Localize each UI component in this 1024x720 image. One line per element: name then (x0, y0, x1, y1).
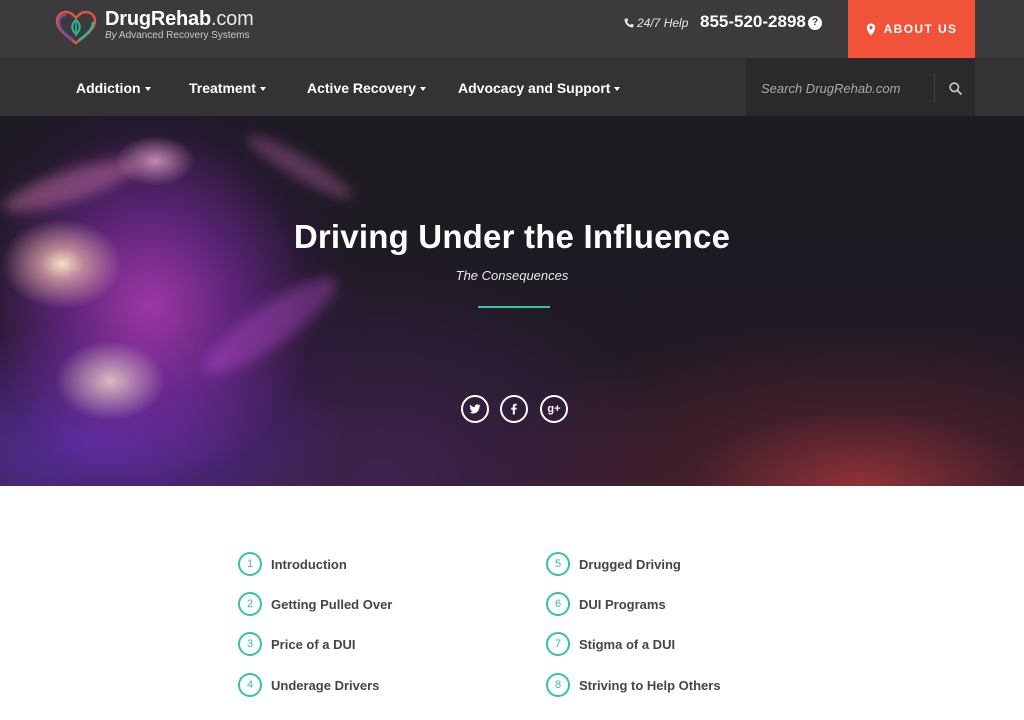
page-title: Driving Under the Influence (293, 218, 731, 255)
toc-label: Striving to Help Others (579, 677, 721, 693)
share-google-plus-button[interactable]: g+ (540, 395, 568, 423)
toc-item[interactable]: 7 Stigma of a DUI (546, 631, 675, 657)
toc-number: 3 (238, 632, 262, 656)
nav-item-label: Advocacy and Support (458, 80, 611, 96)
toc-number: 6 (546, 592, 570, 616)
toc-label: DUI Programs (579, 596, 666, 612)
caret-down-icon (419, 87, 426, 91)
logo-tagline: By Advanced Recovery Systems (105, 30, 250, 41)
nav-item-treatment[interactable]: Treatment (189, 59, 266, 117)
toc-number: 1 (238, 552, 262, 576)
toc-number: 5 (546, 552, 570, 576)
top-bar: DrugRehab.com By Advanced Recovery Syste… (0, 0, 1024, 58)
facebook-icon (511, 403, 517, 415)
toc-label: Drugged Driving (579, 556, 681, 572)
toc-label: Price of a DUI (271, 636, 356, 652)
help-question-icon[interactable]: ? (808, 16, 822, 30)
toc-label: Introduction (271, 556, 347, 572)
help-label: 24/7 Help (624, 16, 688, 30)
nav-item-label: Addiction (76, 80, 141, 96)
logo-heart-icon (55, 10, 97, 45)
toc-label: Getting Pulled Over (271, 596, 393, 612)
toc-item[interactable]: 3 Price of a DUI (238, 631, 356, 657)
toc-number: 7 (546, 632, 570, 656)
about-us-button[interactable]: ABOUT US (848, 0, 975, 58)
caret-down-icon (259, 87, 266, 91)
toc-item[interactable]: 2 Getting Pulled Over (238, 591, 392, 617)
toc-label: Underage Drivers (271, 677, 380, 693)
title-divider (478, 306, 550, 308)
share-twitter-button[interactable] (461, 395, 489, 423)
nav-item-label: Active Recovery (307, 80, 416, 96)
about-us-label: ABOUT US (883, 22, 958, 36)
toc-item[interactable]: 6 DUI Programs (546, 591, 666, 617)
google-plus-icon: g+ (547, 402, 561, 415)
caret-down-icon (144, 87, 151, 91)
main-nav: Addiction Treatment Active Recovery Advo… (0, 58, 1024, 117)
toc-number: 4 (238, 673, 262, 697)
nav-item-advocacy-and-support[interactable]: Advocacy and Support (458, 59, 621, 117)
share-facebook-button[interactable] (500, 395, 528, 423)
toc-item[interactable]: 4 Underage Drivers (238, 672, 379, 698)
hero-glare (0, 150, 142, 222)
site-logo[interactable]: DrugRehab.com By Advanced Recovery Syste… (54, 8, 284, 48)
hero-banner: Driving Under the Influence The Conseque… (0, 116, 1024, 486)
search-icon (948, 81, 962, 95)
toc-number: 2 (238, 592, 262, 616)
nav-item-active-recovery[interactable]: Active Recovery (307, 59, 426, 117)
toc-item[interactable]: 5 Drugged Driving (546, 551, 681, 577)
hero-glare (242, 127, 358, 207)
map-pin-icon (866, 23, 875, 35)
search-button[interactable] (934, 73, 975, 103)
toc-item[interactable]: 1 Introduction (238, 551, 347, 577)
caret-down-icon (614, 87, 621, 91)
nav-item-label: Treatment (189, 80, 256, 96)
search-box (746, 59, 975, 117)
toc-item[interactable]: 8 Striving to Help Others (546, 672, 721, 698)
nav-item-addiction[interactable]: Addiction (76, 59, 151, 117)
twitter-icon (469, 404, 481, 414)
phone-icon (624, 18, 634, 28)
phone-number-link[interactable]: 855-520-2898 (700, 12, 806, 32)
toc-number: 8 (546, 673, 570, 697)
search-input[interactable] (746, 59, 934, 117)
toc-label: Stigma of a DUI (579, 636, 676, 652)
logo-wordmark: DrugRehab.com (105, 8, 254, 30)
page-subtitle: The Consequences (455, 268, 569, 283)
